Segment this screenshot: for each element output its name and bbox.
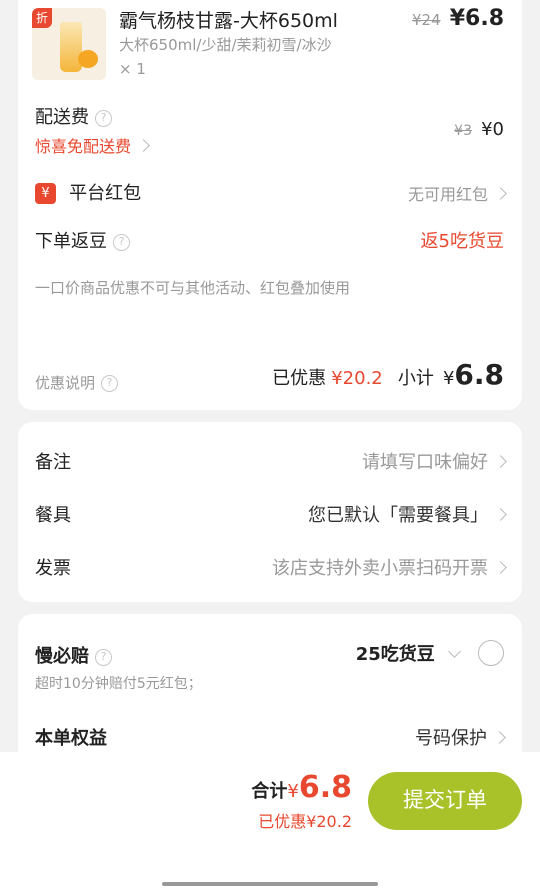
option-row-cutlery[interactable]: 餐具 您已默认「需要餐具」 [35, 501, 507, 529]
option-row-remark[interactable]: 备注 请填写口味偏好 [35, 448, 507, 476]
option-value: 该店支持外卖小票扫码开票 [272, 558, 488, 579]
rights-value-group[interactable]: 号码保护 [415, 724, 506, 750]
order-beans-value: 返5吃货豆 [420, 231, 504, 252]
total-currency: ¥ [287, 781, 299, 802]
help-icon: ? [101, 375, 119, 392]
help-icon[interactable]: ? [113, 234, 130, 251]
help-icon[interactable]: ? [95, 110, 112, 127]
product-price: ¥6.8 [449, 6, 504, 31]
subtotal-value: 6.8 [454, 358, 504, 391]
chevron-right-icon [494, 187, 507, 200]
mango-illustration [78, 50, 98, 68]
product-orig-price: ¥24 [411, 11, 441, 29]
chevron-right-icon [494, 561, 507, 574]
guarantee-label: 慢必赔 [35, 646, 89, 667]
platform-redpack-value: 无可用红包 [407, 185, 488, 204]
discount-badge: 折 [32, 8, 52, 28]
rights-value: 号码保护 [415, 728, 487, 749]
guarantee-radio[interactable] [478, 640, 504, 666]
order-options-card: 备注 请填写口味偏好 餐具 您已默认「需要餐具」 发票 该店支持外卖小票扫码开票 [18, 422, 522, 602]
guarantee-desc: 超时10分钟赔付5元红包； [35, 676, 202, 692]
platform-redpack-value-group: 无可用红包 [407, 181, 507, 205]
chevron-right-icon [137, 139, 150, 152]
option-row-invoice[interactable]: 发票 该店支持外卖小票扫码开票 [35, 554, 507, 582]
guarantee-option[interactable]: 25吃货豆 [356, 640, 504, 670]
order-beans-label: 下单返豆 [35, 231, 107, 252]
subtotal-currency: ¥ [442, 368, 455, 389]
chevron-right-icon [494, 455, 507, 468]
option-value: 请填写口味偏好 [362, 452, 488, 473]
option-label: 餐具 [35, 505, 71, 526]
saved-value: ¥20.2 [331, 368, 383, 389]
help-icon[interactable]: ? [95, 649, 112, 666]
submit-order-button[interactable]: 提交订单 [368, 772, 522, 830]
option-value-group: 该店支持外卖小票扫码开票 [272, 554, 507, 580]
rights-label: 本单权益 [35, 728, 107, 749]
delivery-fee-label: 配送费 [35, 107, 89, 128]
guarantee-value: 25吃货豆 [355, 644, 435, 665]
order-beans-label-row: 下单返豆? [35, 227, 130, 253]
option-label: 备注 [35, 452, 71, 473]
redpack-icon: ¥ [35, 183, 56, 204]
product-name: 霸气杨枝甘露-大杯650ml [119, 10, 338, 32]
product-image[interactable]: 折 [32, 8, 106, 80]
option-value: 您已默认「需要餐具」 [308, 505, 488, 526]
guarantee-card: 慢必赔? 超时10分钟赔付5元红包； 25吃货豆 本单权益 号码保护 [18, 614, 522, 774]
product-qty: × 1 [119, 60, 146, 78]
product-specs: 大杯650ml/少甜/茉莉初雪/冰沙 [119, 36, 332, 54]
promo-notice: 一口价商品优惠不可与其他活动、红包叠加使用 [35, 279, 351, 297]
subtotal-label: 小计 [397, 368, 434, 389]
delivery-promo-label: 惊喜免配送费 [35, 137, 132, 156]
delivery-price: ¥0 [481, 119, 504, 140]
delivery-promo[interactable]: 惊喜免配送费 [35, 133, 150, 157]
chevron-down-icon [448, 645, 461, 658]
home-indicator [162, 882, 378, 886]
option-value-group: 请填写口味偏好 [362, 448, 507, 474]
product-price-group: ¥24 ¥6.8 [412, 6, 504, 31]
chevron-right-icon [494, 508, 507, 521]
platform-redpack-row[interactable]: ¥ 平台红包 无可用红包 [35, 179, 507, 209]
total-value: 6.8 [298, 770, 352, 805]
chevron-right-icon [493, 731, 506, 744]
total-row: 合计¥6.8 [251, 770, 352, 805]
delivery-fee-label-row: 配送费? [35, 103, 112, 129]
delivery-price-group: ¥3 ¥0 [454, 119, 504, 140]
total-label: 合计 [251, 781, 288, 802]
option-label: 发票 [35, 558, 71, 579]
drink-cup-illustration [60, 22, 82, 72]
platform-redpack-label: 平台红包 [69, 183, 142, 204]
saved-label: 已优惠 [272, 368, 327, 389]
order-summary: 已优惠 ¥20.2 小计 ¥6.8 [272, 358, 504, 391]
guarantee-label-row: 慢必赔? [35, 642, 112, 668]
discount-info-label: 优惠说明 [35, 374, 96, 392]
order-items-card: 折 霸气杨枝甘露-大杯650ml 大杯650ml/少甜/茉莉初雪/冰沙 × 1 … [18, 0, 522, 410]
option-value-group: 您已默认「需要餐具」 [308, 501, 507, 527]
discount-info-link[interactable]: 优惠说明? [35, 372, 119, 393]
delivery-orig-price: ¥3 [454, 123, 472, 139]
checkout-bar: 合计¥6.8 已优惠¥20.2 提交订单 [0, 752, 540, 888]
footer-saved: 已优惠¥20.2 [258, 812, 352, 831]
